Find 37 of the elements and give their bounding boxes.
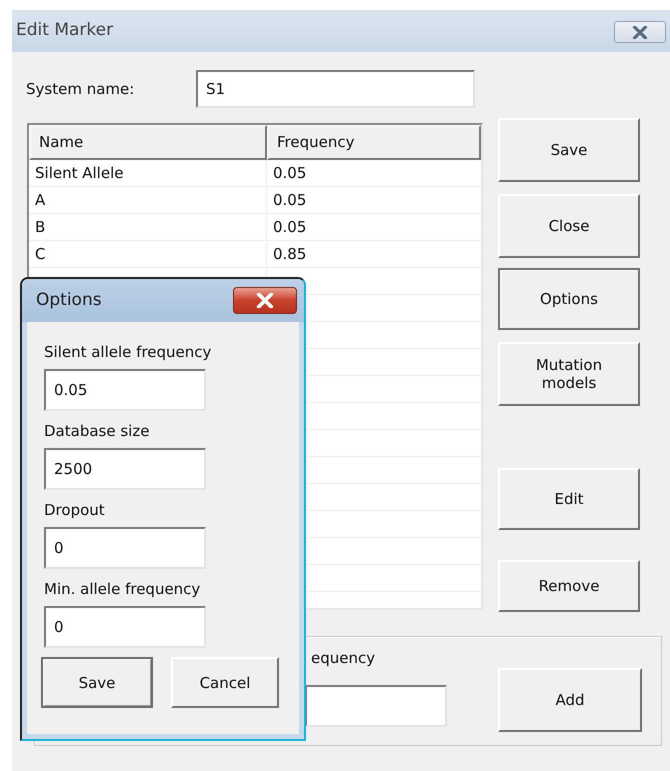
table-cell: A xyxy=(29,187,267,213)
dialog-button[interactable]: Save xyxy=(41,657,153,708)
side-button[interactable]: Remove xyxy=(498,560,640,612)
add-button[interactable]: Add xyxy=(498,668,642,732)
close-button[interactable] xyxy=(614,21,666,43)
window-title: Edit Marker xyxy=(16,19,114,42)
side-button[interactable]: Mutation models xyxy=(498,342,640,406)
table-cell-text: 0.05 xyxy=(272,190,308,211)
input-field[interactable]: 0 xyxy=(44,527,206,569)
close-icon xyxy=(632,26,648,38)
side-button[interactable]: Options xyxy=(498,268,640,330)
field-label: Silent allele frequency xyxy=(44,342,212,362)
table-cell-text: 0.05 xyxy=(272,217,308,238)
side-button[interactable]: Edit xyxy=(498,468,640,530)
table-cell: Silent Allele xyxy=(29,160,267,186)
field-label: Database size xyxy=(44,421,150,441)
field-label: equency xyxy=(311,648,376,669)
close-icon xyxy=(255,293,275,308)
table-cell: C xyxy=(29,241,267,267)
system-name-field[interactable]: S1 xyxy=(196,70,475,108)
input-field[interactable]: 0 xyxy=(44,606,206,648)
input-field[interactable]: 0.05 xyxy=(44,369,206,411)
side-button[interactable]: Save xyxy=(498,118,640,182)
side-button[interactable]: Close xyxy=(498,194,640,258)
close-button[interactable] xyxy=(233,287,297,314)
field-label: Min. allele frequency xyxy=(44,579,202,599)
column-header[interactable]: Frequency xyxy=(267,125,481,160)
dialog-button[interactable]: Cancel xyxy=(171,657,279,708)
field-label: System name: xyxy=(26,78,134,100)
frequency-field[interactable] xyxy=(305,685,447,727)
table-cell-text: 0.85 xyxy=(272,244,308,265)
dialog-title: Options xyxy=(36,288,102,312)
table-cell: B xyxy=(29,214,267,240)
column-header[interactable]: Name xyxy=(29,125,267,160)
field-label: Dropout xyxy=(44,500,106,520)
input-field[interactable]: 2500 xyxy=(44,448,206,490)
table-cell-text: 0.05 xyxy=(272,163,308,184)
